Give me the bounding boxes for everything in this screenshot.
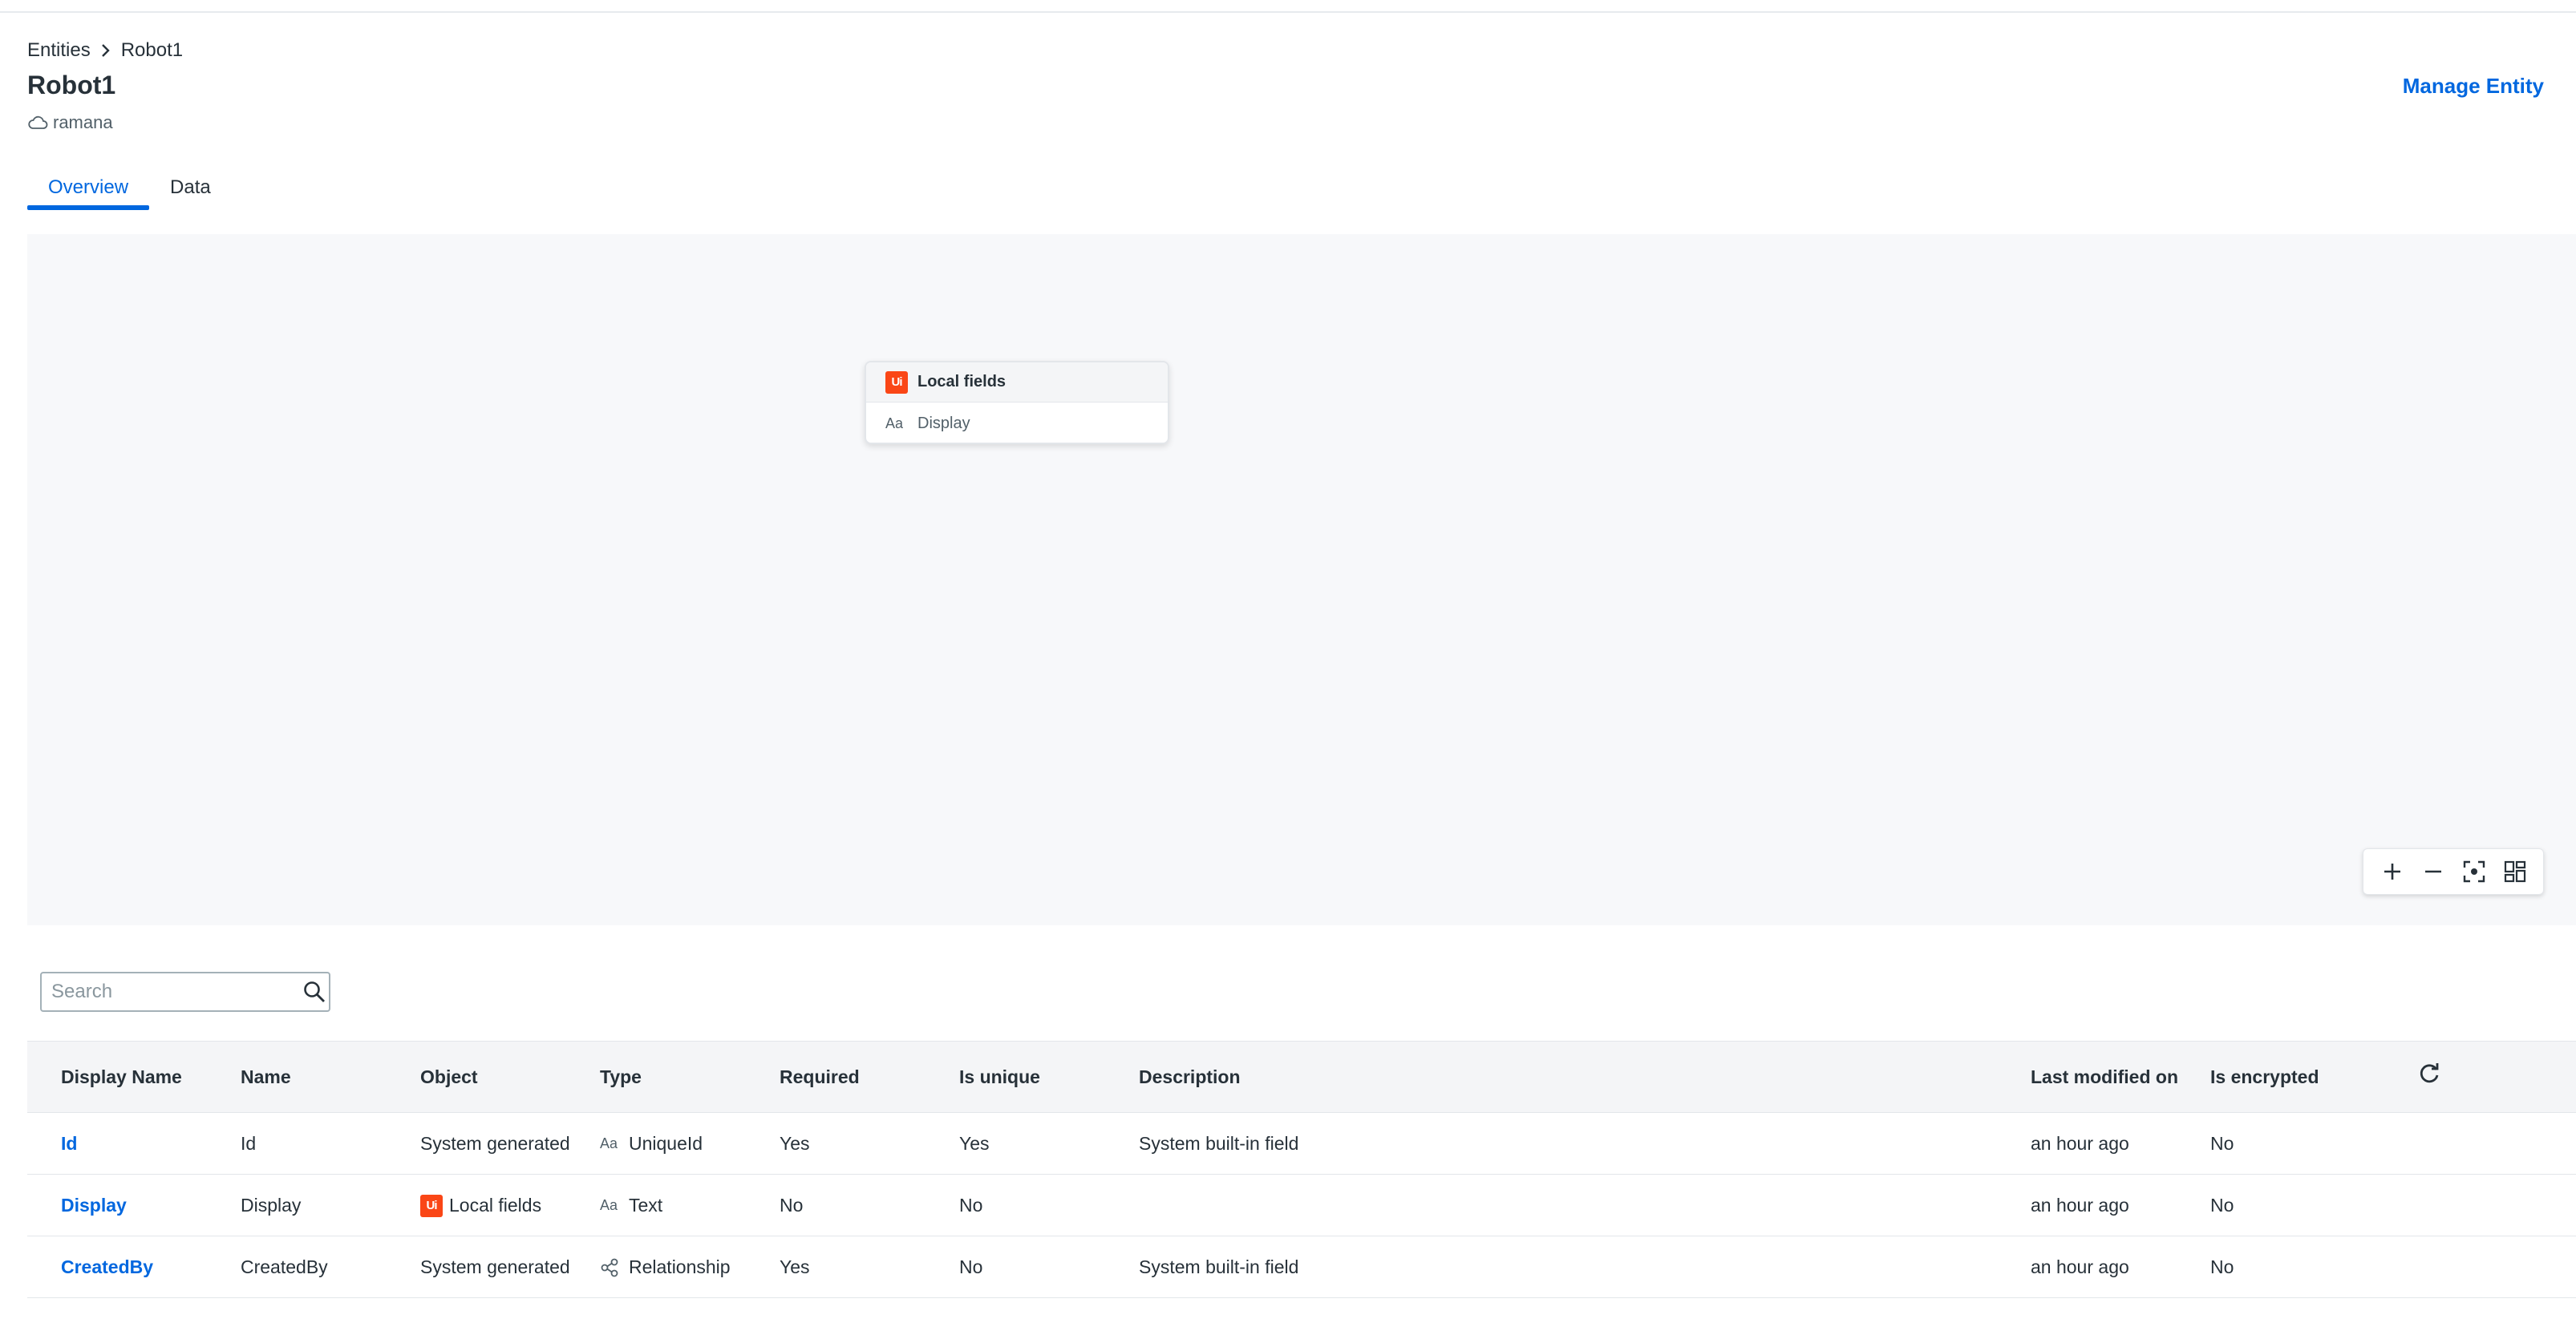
entity-diagram-canvas[interactable]: Ui Local fields Aa Display bbox=[27, 234, 2576, 925]
field-encrypted: No bbox=[2210, 1133, 2234, 1154]
text-type-icon: Aa bbox=[600, 1197, 618, 1213]
column-header-last-modified[interactable]: Last modified on bbox=[2031, 1066, 2178, 1088]
uipath-logo-icon: Ui bbox=[885, 370, 908, 394]
tab-bar: Overview Data bbox=[27, 165, 232, 210]
text-type-icon: Aa bbox=[885, 415, 904, 431]
table-row[interactable]: CreatedBy CreatedBy System generated Rel… bbox=[27, 1236, 2576, 1298]
node-field-name: Display bbox=[917, 414, 970, 432]
tab-overview[interactable]: Overview bbox=[27, 165, 150, 210]
field-unique: Yes bbox=[959, 1133, 990, 1154]
field-name: Display bbox=[241, 1195, 302, 1216]
tenant-name: ramana bbox=[53, 112, 113, 132]
tenant-label: ramana bbox=[27, 112, 113, 133]
field-type-label: Text bbox=[629, 1195, 663, 1216]
field-required: Yes bbox=[780, 1256, 810, 1277]
field-name: CreatedBy bbox=[241, 1256, 328, 1277]
field-name: Id bbox=[241, 1133, 257, 1154]
search-input[interactable] bbox=[42, 973, 300, 1010]
breadcrumb-current: Robot1 bbox=[120, 39, 184, 61]
display-name-link[interactable]: Id bbox=[61, 1113, 77, 1175]
field-unique: No bbox=[959, 1195, 983, 1216]
field-description: System built-in field bbox=[1139, 1256, 1299, 1277]
column-header-is-unique[interactable]: Is unique bbox=[959, 1066, 1040, 1088]
field-type-label: Relationship bbox=[629, 1256, 731, 1277]
column-header-name[interactable]: Name bbox=[241, 1066, 291, 1088]
node-field-row: Aa Display bbox=[866, 403, 1168, 443]
page-title: Robot1 bbox=[27, 71, 116, 99]
display-name-link[interactable]: Display bbox=[61, 1175, 127, 1236]
column-header-is-encrypted[interactable]: Is encrypted bbox=[2210, 1066, 2319, 1088]
display-name-link[interactable]: CreatedBy bbox=[61, 1236, 153, 1298]
field-object: System generated bbox=[420, 1256, 570, 1277]
field-unique: No bbox=[959, 1256, 983, 1277]
cloud-icon bbox=[28, 115, 48, 129]
field-type-label: UniqueId bbox=[629, 1133, 703, 1154]
fit-view-icon[interactable] bbox=[2457, 854, 2492, 889]
chevron-right-icon bbox=[100, 42, 111, 59]
manage-entity-link[interactable]: Manage Entity bbox=[2403, 74, 2544, 99]
refresh-icon[interactable] bbox=[2417, 1062, 2441, 1091]
field-object-label: Local fields bbox=[449, 1195, 542, 1216]
grid-layout-icon[interactable] bbox=[2497, 854, 2533, 889]
field-description: System built-in field bbox=[1139, 1133, 1299, 1154]
field-encrypted: No bbox=[2210, 1195, 2234, 1216]
tab-data[interactable]: Data bbox=[149, 165, 232, 210]
field-modified: an hour ago bbox=[2031, 1256, 2129, 1277]
search-icon[interactable] bbox=[300, 973, 329, 1010]
search-box bbox=[40, 972, 330, 1012]
field-modified: an hour ago bbox=[2031, 1195, 2129, 1216]
table-header: Display Name Name Object Type Required I… bbox=[27, 1041, 2576, 1113]
field-object: System generated bbox=[420, 1133, 570, 1154]
column-header-description[interactable]: Description bbox=[1139, 1066, 1241, 1088]
field-encrypted: No bbox=[2210, 1256, 2234, 1277]
field-type: Relationship bbox=[600, 1236, 731, 1298]
text-type-icon: Aa bbox=[600, 1135, 618, 1151]
column-header-object[interactable]: Object bbox=[420, 1066, 478, 1088]
zoom-in-icon[interactable] bbox=[2375, 854, 2410, 889]
field-type: Aa UniqueId bbox=[600, 1113, 703, 1175]
node-title: Local fields bbox=[917, 373, 1007, 390]
table-row[interactable]: Id Id System generated Aa UniqueId Yes Y… bbox=[27, 1113, 2576, 1175]
table-row[interactable]: Display Display Ui Local fields Aa Text … bbox=[27, 1175, 2576, 1236]
breadcrumb-entities-link[interactable]: Entities bbox=[27, 39, 91, 62]
uipath-logo-icon: Ui bbox=[420, 1194, 443, 1217]
field-required: Yes bbox=[780, 1133, 810, 1154]
zoom-out-icon[interactable] bbox=[2416, 854, 2451, 889]
column-header-display-name[interactable]: Display Name bbox=[61, 1066, 182, 1088]
node-header: Ui Local fields bbox=[866, 362, 1168, 403]
relationship-icon bbox=[600, 1258, 622, 1277]
field-type: Aa Text bbox=[600, 1175, 662, 1236]
top-divider bbox=[0, 0, 2576, 13]
zoom-controls bbox=[2363, 848, 2544, 895]
breadcrumb: Entities Robot1 bbox=[27, 37, 183, 64]
field-modified: an hour ago bbox=[2031, 1133, 2129, 1154]
column-header-type[interactable]: Type bbox=[600, 1066, 642, 1088]
field-object: Ui Local fields bbox=[420, 1175, 541, 1236]
column-header-required[interactable]: Required bbox=[780, 1066, 860, 1088]
fields-table: Display Name Name Object Type Required I… bbox=[27, 1041, 2576, 1298]
field-required: No bbox=[780, 1195, 804, 1216]
local-fields-node[interactable]: Ui Local fields Aa Display bbox=[865, 361, 1169, 444]
